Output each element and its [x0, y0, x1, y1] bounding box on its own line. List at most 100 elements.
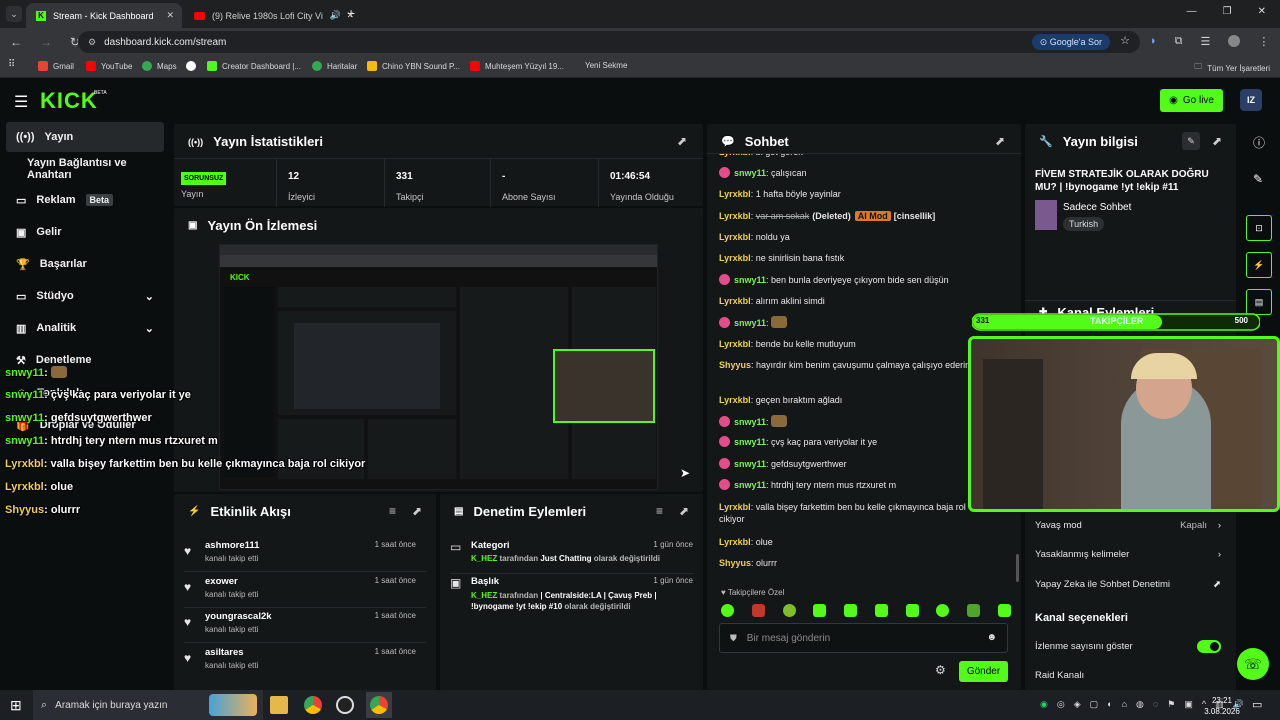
bookmark-creator-dashboard[interactable]: Creator Dashboard |...: [207, 61, 301, 71]
scrollbar[interactable]: [1016, 554, 1019, 582]
info-icon[interactable]: ⓘ: [1253, 134, 1265, 151]
sidebar-item-analitik[interactable]: ▥ Analitik ⌄: [6, 313, 164, 343]
chat-username[interactable]: snwy11: [734, 275, 766, 285]
chat-username[interactable]: Lyrxkbl: [719, 211, 751, 221]
notification-icon[interactable]: ▭: [1252, 698, 1262, 711]
setting-ai-moderation[interactable]: Yapay Zeka ile Sohbet Denetimi ⬈: [1035, 579, 1221, 590]
chat-username[interactable]: snwy11: [734, 437, 766, 447]
clock[interactable]: 23:21 3.08.2026: [1204, 695, 1240, 717]
popout-icon[interactable]: ⬈: [995, 134, 1005, 148]
menu-dots-icon[interactable]: ⋮: [1258, 35, 1269, 48]
tray-icon[interactable]: ◌: [1153, 699, 1158, 710]
extension-icon[interactable]: ◗: [1150, 35, 1157, 48]
bookmark-youtube[interactable]: YouTube: [86, 61, 132, 71]
maximize-icon[interactable]: ❐: [1223, 6, 1232, 17]
emote-icon[interactable]: [874, 604, 888, 617]
apps-grid-icon[interactable]: ⠿: [8, 59, 15, 70]
task-view-icon[interactable]: [270, 696, 288, 714]
sidebar-item-stream-key[interactable]: Yayın Bağlantısı ve Anahtarı: [6, 154, 164, 184]
document-icon[interactable]: ▤: [1246, 289, 1272, 315]
close-icon[interactable]: ✕: [166, 10, 174, 21]
emote-icon[interactable]: [905, 604, 919, 617]
forward-icon[interactable]: →: [40, 35, 52, 49]
profile-avatar-icon[interactable]: [1228, 35, 1241, 47]
kick-logo[interactable]: KICK: [40, 88, 98, 114]
tab-menu-button[interactable]: ⌄: [6, 6, 22, 22]
back-icon[interactable]: ←: [10, 35, 22, 49]
chat-username[interactable]: Lyrxkbl: [719, 395, 751, 405]
sidebar-item-gelir[interactable]: ▣ Gelir: [6, 217, 164, 247]
tray-icon[interactable]: ◎: [1057, 699, 1065, 710]
tray-icon[interactable]: ▣: [1184, 699, 1193, 710]
popout-icon[interactable]: ⬈: [679, 504, 689, 518]
tray-icon[interactable]: ◐: [1107, 699, 1112, 710]
tab-search-icon[interactable]: ☰: [1201, 35, 1211, 48]
chat-settings-icon[interactable]: ⚙: [935, 663, 946, 677]
chat-username[interactable]: snwy11: [734, 417, 766, 427]
sidebar-item-basarilar[interactable]: 🏆 Başarılar: [6, 249, 164, 279]
chat-input[interactable]: ⛊ Bir mesaj gönderin ☻: [719, 623, 1008, 653]
bookmark-muhtesem[interactable]: Muhteşem Yüzyıl 19...: [470, 61, 564, 71]
chat-username[interactable]: Lyrxkbl: [719, 232, 751, 242]
popout-icon[interactable]: ⬈: [412, 504, 422, 518]
filter-icon[interactable]: ≡: [656, 504, 663, 518]
raid-channel[interactable]: Raid Kanalı: [1035, 670, 1084, 681]
taskbar-search[interactable]: ⌕ Aramak için buraya yazın: [33, 690, 263, 720]
chat-username[interactable]: snwy11: [734, 318, 766, 328]
chrome-taskbar-icon[interactable]: [304, 696, 322, 714]
bookmark-new-tab[interactable]: Yeni Sekme: [585, 61, 627, 70]
emote-icon[interactable]: [997, 604, 1011, 617]
emote-icon[interactable]: [813, 604, 827, 617]
show-viewers-toggle[interactable]: [1197, 640, 1221, 653]
setting-banned-words[interactable]: Yasaklanmış kelimeler ›: [1035, 549, 1221, 560]
sidebar-item-studyo[interactable]: ▭ Stüdyo ⌄: [6, 281, 164, 311]
emote-icon[interactable]: [967, 604, 981, 617]
tray-icon[interactable]: ◍: [1136, 699, 1144, 710]
chat-username[interactable]: Shyyus: [719, 360, 751, 370]
emoji-icon[interactable]: ☻: [986, 632, 997, 643]
sidebar-item-yayin[interactable]: ((•)) Yayın: [6, 122, 164, 152]
steam-icon[interactable]: ◈: [1074, 699, 1081, 710]
new-tab-button[interactable]: +: [347, 5, 355, 21]
hamburger-menu-icon[interactable]: ☰: [14, 92, 28, 112]
bookmark-chino[interactable]: Chino YBN Sound P...: [367, 61, 460, 71]
emote-icon[interactable]: [721, 604, 734, 617]
chrome-active-taskbar-icon[interactable]: [366, 692, 392, 718]
send-button[interactable]: Gönder: [959, 661, 1008, 682]
chat-username[interactable]: Lyrxkbl: [719, 537, 751, 547]
edit-icon[interactable]: ✎: [1182, 132, 1200, 150]
chat-username[interactable]: Lyrxkbl: [719, 296, 751, 306]
chat-username[interactable]: snwy11: [734, 480, 766, 490]
sidebar-item-reklam[interactable]: ▭ Reklam Beta: [6, 185, 164, 215]
emote-icon[interactable]: [936, 604, 950, 617]
tab-kick-dashboard[interactable]: K Stream - Kick Dashboard ✕: [26, 3, 182, 28]
windows-start-icon[interactable]: ⊞: [10, 697, 22, 714]
all-bookmarks[interactable]: 🗀 Tüm Yer İşaretleri: [1194, 61, 1270, 75]
edit-icon[interactable]: ✎: [1253, 172, 1263, 186]
popout-icon[interactable]: ⬈: [1212, 134, 1222, 148]
help-chat-icon[interactable]: ☏: [1237, 648, 1269, 680]
setting-slow-mode[interactable]: Yavaş mod Kapalı ›: [1035, 520, 1221, 531]
bookmark-google[interactable]: [186, 61, 196, 71]
close-window-icon[interactable]: ✕: [1258, 6, 1266, 17]
chat-username[interactable]: snwy11: [734, 168, 766, 178]
filter-icon[interactable]: ≡: [389, 504, 396, 518]
tray-icon[interactable]: ⚑: [1167, 699, 1175, 710]
chat-username[interactable]: Lyrxkbl: [719, 253, 751, 263]
puzzle-icon[interactable]: ⧉: [1175, 35, 1183, 48]
minimize-icon[interactable]: —: [1187, 6, 1197, 17]
emote-icon[interactable]: [751, 604, 765, 617]
chat-username[interactable]: Lyrxkbl: [719, 339, 751, 349]
bookmark-maps[interactable]: Maps: [142, 61, 177, 71]
tab-youtube[interactable]: (9) Relive 1980s Lofi City Vi 🔊 ✕: [184, 3, 362, 28]
whatsapp-icon[interactable]: ◉: [1040, 699, 1048, 710]
site-info-icon[interactable]: ⚙: [88, 37, 96, 48]
emote-icon[interactable]: [844, 604, 858, 617]
chat-username[interactable]: Lyrxkbl: [719, 502, 751, 512]
bookmark-gmail[interactable]: Gmail: [38, 61, 74, 71]
go-live-button[interactable]: ◉ Go live: [1160, 89, 1223, 112]
chat-username[interactable]: Shyyus: [719, 558, 751, 568]
google-ask-button[interactable]: ⊙ Google'a Sor: [1031, 34, 1110, 50]
obs-taskbar-icon[interactable]: [336, 696, 354, 714]
popout-icon[interactable]: ⬈: [677, 134, 687, 148]
